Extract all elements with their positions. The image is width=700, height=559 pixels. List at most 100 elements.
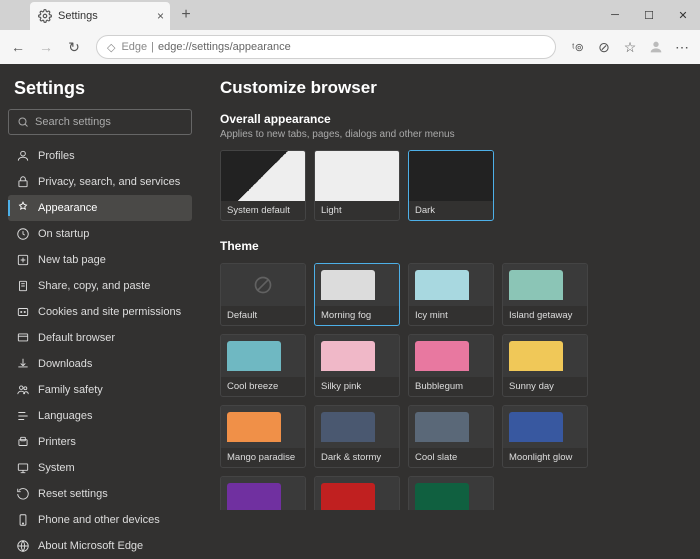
nav-label: Privacy, search, and services — [38, 176, 180, 188]
nav-icon — [16, 201, 30, 215]
nav-icon — [16, 175, 30, 189]
nav-label: Share, copy, and paste — [38, 280, 150, 292]
theme-option-label: Dark & stormy — [315, 448, 399, 467]
theme-option-moonlight-glow[interactable]: Moonlight glow — [502, 405, 588, 468]
theme-option-label: Cool slate — [409, 448, 493, 467]
search-icon — [17, 116, 29, 128]
nav-label: Downloads — [38, 358, 92, 370]
theme-option-label: Moonlight glow — [503, 448, 587, 467]
nav-icon — [16, 513, 30, 527]
nav-label: System — [38, 462, 75, 474]
forward-button[interactable]: → — [34, 35, 58, 59]
theme-option-cool-breeze[interactable]: Cool breeze — [220, 334, 306, 397]
sidebar-item-appearance[interactable]: Appearance — [8, 195, 192, 221]
sidebar: Settings Search settings Profiles Privacy… — [0, 64, 200, 510]
nav-icon — [16, 331, 30, 345]
sidebar-item-system[interactable]: System — [8, 455, 192, 481]
sidebar-item-share-copy-and-paste[interactable]: Share, copy, and paste — [8, 273, 192, 299]
theme-option-bubblegum[interactable]: Bubblegum — [408, 334, 494, 397]
sidebar-item-cookies-and-site-permissions[interactable]: Cookies and site permissions — [8, 299, 192, 325]
minimize-button[interactable]: ─ — [598, 0, 632, 30]
sidebar-item-printers[interactable]: Printers — [8, 429, 192, 455]
nav-icon — [16, 383, 30, 397]
theme-option-label: Default — [221, 306, 305, 325]
profile-icon[interactable] — [644, 35, 668, 59]
search-placeholder: Search settings — [35, 116, 111, 128]
nav-label: Cookies and site permissions — [38, 306, 181, 318]
sidebar-item-about-microsoft-edge[interactable]: About Microsoft Edge — [8, 533, 192, 559]
theme-option-default[interactable]: Default — [220, 263, 306, 326]
titlebar: Settings × + ─ ☐ ✕ — [0, 0, 700, 30]
appearance-label: Overall appearance — [220, 112, 680, 126]
nav-icon — [16, 149, 30, 163]
appearance-option-label: System default — [221, 201, 305, 220]
read-aloud-icon[interactable]: ᵗ⊚ — [566, 35, 590, 59]
nav-label: Printers — [38, 436, 76, 448]
theme-option-label: Icy mint — [409, 306, 493, 325]
sidebar-item-privacy-search-and-services[interactable]: Privacy, search, and services — [8, 169, 192, 195]
theme-option-label: Mango paradise — [221, 448, 305, 467]
theme-option-label: Sunny day — [503, 377, 587, 396]
sidebar-item-on-startup[interactable]: On startup — [8, 221, 192, 247]
sidebar-item-family-safety[interactable]: Family safety — [8, 377, 192, 403]
sidebar-item-phone-and-other-devices[interactable]: Phone and other devices — [8, 507, 192, 533]
theme-option-dark-stormy[interactable]: Dark & stormy — [314, 405, 400, 468]
appearance-option-dark[interactable]: Dark — [408, 150, 494, 221]
theme-option-mango-paradise[interactable]: Mango paradise — [220, 405, 306, 468]
nav-icon — [16, 253, 30, 267]
theme-option-cool-slate[interactable]: Cool slate — [408, 405, 494, 468]
nav-icon — [16, 539, 30, 553]
main-content: Customize browser Overall appearance App… — [200, 64, 700, 510]
browser-tab[interactable]: Settings × — [30, 2, 170, 30]
theme-option-juicy-plum[interactable]: Juicy plum — [220, 476, 306, 510]
address-bar[interactable]: ◇ Edge | edge://settings/appearance — [96, 35, 556, 59]
sidebar-item-default-browser[interactable]: Default browser — [8, 325, 192, 351]
theme-option-spicy-red[interactable]: Spicy red — [314, 476, 400, 510]
theme-label: Theme — [220, 239, 680, 253]
new-tab-button[interactable]: + — [174, 3, 198, 27]
address-prefix: Edge — [121, 41, 147, 53]
nav-label: Languages — [38, 410, 92, 422]
appearance-option-light[interactable]: Light — [314, 150, 400, 221]
appearance-option-system-default[interactable]: System default — [220, 150, 306, 221]
nav-icon — [16, 305, 30, 319]
sidebar-item-languages[interactable]: Languages — [8, 403, 192, 429]
settings-icon — [38, 9, 52, 23]
theme-option-icy-mint[interactable]: Icy mint — [408, 263, 494, 326]
nav-label: About Microsoft Edge — [38, 540, 143, 552]
sidebar-title: Settings — [8, 78, 192, 99]
close-icon[interactable]: × — [157, 9, 164, 23]
nav-icon — [16, 461, 30, 475]
no-theme-icon — [253, 275, 273, 295]
back-button[interactable]: ← — [6, 35, 30, 59]
appearance-option-label: Light — [315, 201, 399, 220]
refresh-button[interactable]: ↻ — [62, 35, 86, 59]
nav-icon — [16, 357, 30, 371]
theme-option-mystical-forest[interactable]: Mystical forest — [408, 476, 494, 510]
favorites-icon[interactable]: ☆ — [618, 35, 642, 59]
theme-option-island-getaway[interactable]: Island getaway — [502, 263, 588, 326]
maximize-button[interactable]: ☐ — [632, 0, 666, 30]
theme-option-silky-pink[interactable]: Silky pink — [314, 334, 400, 397]
nav-label: On startup — [38, 228, 89, 240]
nav-icon — [16, 435, 30, 449]
theme-option-label: Bubblegum — [409, 377, 493, 396]
nav-icon — [16, 279, 30, 293]
sidebar-item-new-tab-page[interactable]: New tab page — [8, 247, 192, 273]
appearance-sub: Applies to new tabs, pages, dialogs and … — [220, 129, 680, 140]
nav-label: Reset settings — [38, 488, 108, 500]
close-window-button[interactable]: ✕ — [666, 0, 700, 30]
nav-icon — [16, 227, 30, 241]
menu-icon[interactable]: ⋯ — [670, 35, 694, 59]
theme-option-morning-fog[interactable]: Morning fog — [314, 263, 400, 326]
sidebar-item-downloads[interactable]: Downloads — [8, 351, 192, 377]
appearance-option-label: Dark — [409, 201, 493, 220]
search-input[interactable]: Search settings — [8, 109, 192, 135]
address-url: edge://settings/appearance — [158, 41, 291, 53]
theme-option-label: Island getaway — [503, 306, 587, 325]
sidebar-item-profiles[interactable]: Profiles — [8, 143, 192, 169]
sync-icon[interactable]: ⊘ — [592, 35, 616, 59]
sidebar-item-reset-settings[interactable]: Reset settings — [8, 481, 192, 507]
theme-option-sunny-day[interactable]: Sunny day — [502, 334, 588, 397]
theme-option-label: Silky pink — [315, 377, 399, 396]
